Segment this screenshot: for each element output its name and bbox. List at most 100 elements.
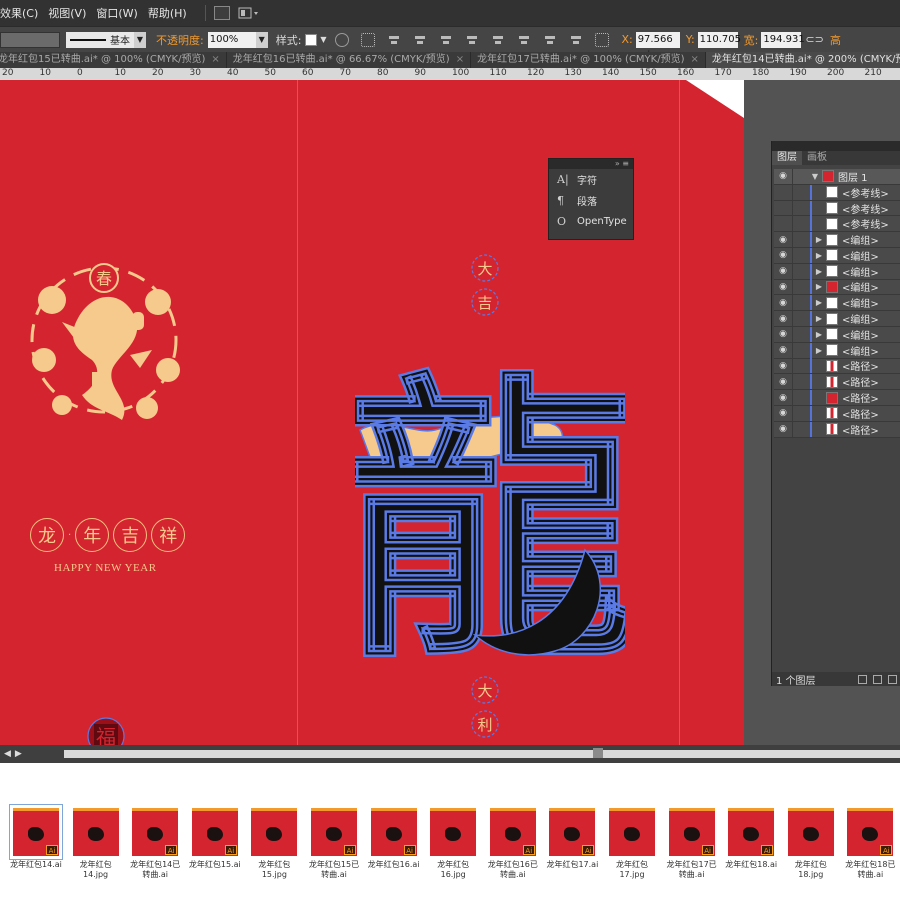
style-chevron-icon[interactable]: ▼ [317,32,329,48]
tab-doc-17[interactable]: 龙年红包17已转曲.ai* @ 100% (CMYK/预览) × [471,52,706,68]
x-input[interactable]: 97.566 mi [635,31,680,61]
lock-toggle[interactable] [792,421,808,437]
y-input[interactable]: 110.705 [697,31,741,48]
seal-bottom-graphic[interactable]: 大 利 [470,674,500,745]
panel-item-character[interactable]: A| 字符 [549,169,633,190]
lock-toggle[interactable] [792,374,808,390]
guide-line[interactable] [297,80,298,745]
scroll-track[interactable] [64,750,900,758]
expand-triangle-icon[interactable]: ▼ [808,172,822,181]
link-icon[interactable]: ⊂⊃ [805,33,823,46]
sublayer-row[interactable]: ◉ <路径> [774,374,900,391]
file-thumbnail[interactable]: 龙年红包16.jpg [425,808,481,880]
align-to-icon[interactable] [361,32,376,47]
sublayer-row[interactable]: <参考线> [774,200,900,217]
sublayer-row[interactable]: <参考线> [774,184,900,201]
file-thumbnail[interactable]: Ai 龙年红包16.ai [366,808,422,870]
eye-icon[interactable]: ◉ [774,406,792,421]
locate-object-icon[interactable] [858,674,867,684]
fu-seal-graphic[interactable]: 福 [86,716,126,745]
happy-new-year-text[interactable]: HAPPY NEW YEAR [54,562,157,574]
menu-view[interactable]: 视图(V) [48,5,96,21]
lock-toggle[interactable] [792,295,808,311]
scroll-thumb[interactable] [593,748,603,758]
layer-row[interactable]: ◉ ▼ 图层 1 [774,168,900,185]
greeting-title[interactable]: 龙 · 年 吉 祥 [30,518,186,552]
panel-item-paragraph[interactable]: ¶ 段落 [549,190,633,211]
file-thumbnail[interactable]: 龙年红包17.jpg [604,808,660,880]
lock-toggle[interactable] [792,216,808,232]
sublayer-row[interactable]: ◉ ▶ <编组> [774,326,900,343]
canvas[interactable]: 春 龙 · 年 吉 祥 HAPPY NEW YEAR 福 大 吉 龍 大 利 »… [0,80,900,745]
eye-icon[interactable]: ◉ [774,327,792,342]
sublayer-row[interactable]: ◉ ▶ <编组> [774,279,900,296]
expand-triangle-icon[interactable]: ▶ [812,267,826,276]
lock-toggle[interactable] [792,326,808,342]
stroke-style-dropdown[interactable]: 基本 ▼ [66,31,146,48]
expand-triangle-icon[interactable]: ▶ [812,330,826,339]
eye-icon[interactable]: ◉ [774,311,792,326]
sublayer-row[interactable]: ◉ ▶ <编组> [774,232,900,248]
fill-swatch[interactable] [0,31,60,48]
lock-toggle[interactable] [792,311,808,327]
lock-toggle[interactable] [792,279,808,295]
sublayer-row[interactable]: ◉ ▶ <编组> [774,342,900,359]
align-left-icon[interactable] [387,33,401,47]
file-thumbnail[interactable]: Ai 龙年红包17.ai [544,808,600,870]
new-sublayer-icon[interactable] [873,674,882,684]
recolor-icon[interactable] [335,32,350,47]
align-vcenter-icon[interactable] [491,33,505,47]
distribute-spacing-icon[interactable] [569,33,583,47]
expand-triangle-icon[interactable]: ▶ [812,282,826,291]
tab-layers[interactable]: 图层 [772,151,802,165]
reference-point-icon[interactable] [595,32,610,47]
expand-triangle-icon[interactable]: ▶ [812,314,826,323]
lock-toggle[interactable] [792,232,808,248]
sublayer-row[interactable]: ◉ <路径> [774,390,900,406]
scroll-left-icon[interactable]: ◀ [4,749,11,759]
chevron-down-icon[interactable]: ▼ [134,31,146,48]
panel-header[interactable]: » ≡ [549,159,633,169]
expand-triangle-icon[interactable]: ▶ [812,251,826,260]
file-thumbnail[interactable]: Ai 龙年红包17已转曲.ai [664,808,720,880]
tab-doc-16[interactable]: 龙年红包16已转曲.ai* @ 66.67% (CMYK/预览) × [227,52,472,68]
dragon-medallion-graphic[interactable]: 春 [22,260,187,495]
opacity-dropdown-icon[interactable]: ▼ [255,31,268,48]
eye-icon[interactable]: ◉ [774,279,792,294]
lock-toggle[interactable] [792,342,808,358]
expand-triangle-icon[interactable]: ▶ [812,346,826,355]
align-right-icon[interactable] [439,33,453,47]
lock-toggle[interactable] [792,200,808,216]
opacity-input[interactable]: 100% [207,31,256,48]
close-icon[interactable]: × [456,54,464,65]
menu-window[interactable]: 窗口(W) [96,5,147,21]
file-thumbnail[interactable]: Ai 龙年红包15已转曲.ai [306,808,362,880]
eye-icon[interactable]: ◉ [774,169,792,184]
sublayer-row[interactable]: ◉ ▶ <编组> [774,295,900,312]
file-thumbnail[interactable]: 龙年红包14.jpg [68,808,124,880]
file-thumbnail[interactable]: Ai 龙年红包14已转曲.ai [127,808,183,880]
scroll-right-icon[interactable]: ▶ [15,749,22,759]
panel-item-opentype[interactable]: O OpenType [549,211,633,232]
file-thumbnail[interactable]: Ai 龙年红包18.ai [723,808,779,870]
align-top-icon[interactable] [465,33,479,47]
align-hcenter-icon[interactable] [413,33,427,47]
sublayer-row[interactable]: ◉ <路径> [774,358,900,375]
bridge-icon[interactable] [213,6,230,20]
eye-icon[interactable] [774,201,792,216]
opacity-label[interactable]: 不透明度: [156,32,204,48]
sublayer-row[interactable]: ◉ ▶ <编组> [774,311,900,327]
file-thumbnail[interactable]: Ai 龙年红包18已转曲.ai [842,808,898,880]
eye-icon[interactable]: ◉ [774,374,792,389]
file-thumbnail[interactable]: 龙年红包18.jpg [783,808,839,880]
lock-toggle[interactable] [792,247,808,263]
graphic-style-swatch[interactable] [305,33,318,46]
sublayer-row[interactable]: ◉ <路径> [774,405,900,422]
lock-toggle[interactable] [792,390,808,406]
horizontal-ruler[interactable]: 20 10 0 10 20 30 40 50 60 70 80 90 100 110 120 130 140 15… [0,68,900,80]
horizontal-scrollbar[interactable]: ◀ ▶ [0,745,900,763]
menu-effect[interactable]: 效果(C) [0,5,48,21]
eye-icon[interactable]: ◉ [774,295,792,310]
eye-icon[interactable]: ◉ [774,264,792,279]
width-input[interactable]: 194.931 [761,31,805,48]
